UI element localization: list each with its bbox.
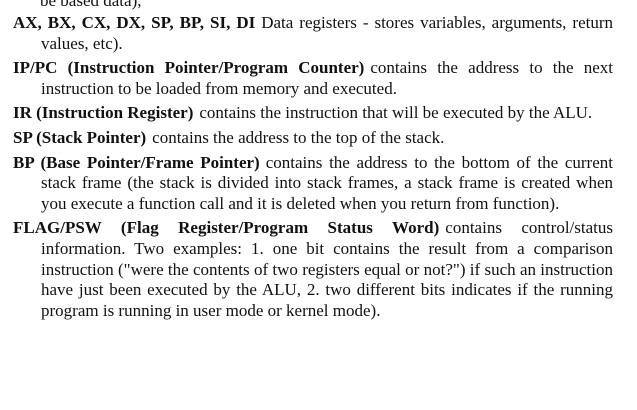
entry-description: contains the address to the top of the s… xyxy=(152,127,445,147)
entry-term: FLAG/PSW (Flag Register/Program Status W… xyxy=(13,218,440,238)
entry-term: BP (Base Pointer/Frame Pointer) xyxy=(13,152,260,172)
entry-term: IR (Instruction Register) xyxy=(13,103,194,123)
cut-off-text-line: be based data), xyxy=(40,0,142,10)
entry-term: AX, BX, CX, DX, SP, BP, SI, DI xyxy=(13,13,256,32)
entry-term: SP (Stack Pointer) xyxy=(13,127,147,147)
entry-base-pointer: BP (Base Pointer/Frame Pointer) contains … xyxy=(13,153,613,215)
entry-term: IP/PC (Instruction Pointer/Program Count… xyxy=(13,58,365,78)
entry-stack-pointer: SP (Stack Pointer) contains the address t… xyxy=(13,128,613,149)
entry-description: contains the instruction that will be ex… xyxy=(199,103,593,123)
register-definition-list: AX, BX, CX, DX, SP, BP, SI, DI Data regis… xyxy=(13,13,613,325)
document-page: be based data), AX, BX, CX, DX, SP, BP, … xyxy=(0,0,637,410)
entry-instruction-register: IR (Instruction Register) contains the in… xyxy=(13,103,613,124)
entry-flag-register: FLAG/PSW (Flag Register/Program Status W… xyxy=(13,218,613,321)
entry-instruction-pointer: IP/PC (Instruction Pointer/Program Count… xyxy=(13,58,613,99)
entry-data-registers: AX, BX, CX, DX, SP, BP, SI, DI Data regis… xyxy=(13,13,613,54)
